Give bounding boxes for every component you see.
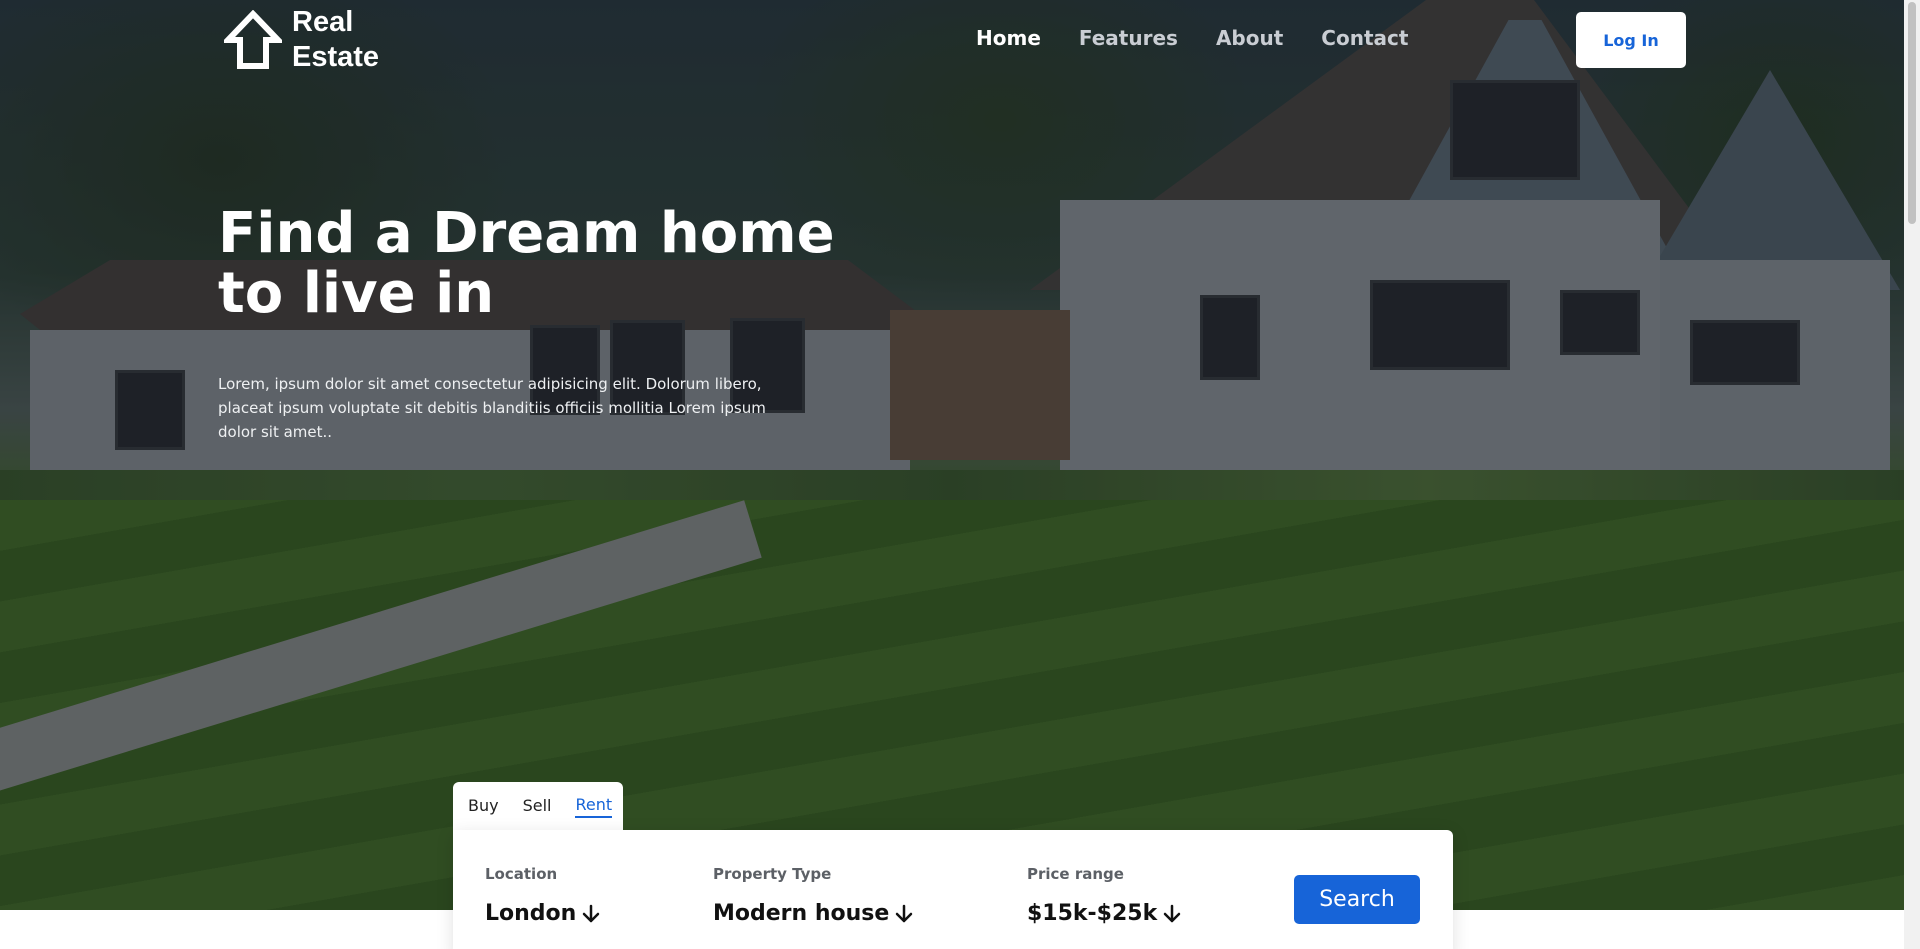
price-range-value: $15k-$25k [1027,901,1158,926]
brand-name: Real Estate [292,5,379,75]
price-range-field: Price range $15k-$25k [1027,865,1181,926]
nav-item-contact[interactable]: Contact [1321,26,1408,50]
page-scrollbar[interactable] [1904,0,1920,949]
nav-item-about[interactable]: About [1216,26,1283,50]
location-value: London [485,901,577,926]
price-range-select[interactable]: $15k-$25k [1027,901,1181,926]
login-button[interactable]: Log In [1576,12,1686,68]
main-nav: Home Features About Contact [976,26,1408,50]
arrow-down-icon [1164,904,1181,922]
house-arrow-icon [224,10,282,69]
dark-overlay [0,0,1904,910]
tab-sell[interactable]: Sell [523,796,552,817]
property-type-select[interactable]: Modern house [713,901,913,926]
location-select[interactable]: London [485,901,600,926]
location-field: Location London [485,865,600,926]
nav-item-features[interactable]: Features [1079,26,1178,50]
location-label: Location [485,865,558,883]
price-range-label: Price range [1027,865,1124,883]
hero-description: Lorem, ipsum dolor sit amet consectetur … [218,375,766,441]
hero-title: Find a Dream home to live in [218,201,835,326]
page: Real Estate Home Features About Contact … [0,0,1920,949]
property-type-value: Modern house [713,901,890,926]
brand-logo[interactable]: Real Estate [224,5,379,75]
scrollbar-thumb[interactable] [1908,2,1916,224]
search-panel: Location London Property Type Modern hou… [453,830,1453,949]
property-type-field: Property Type Modern house [713,865,913,926]
nav-item-home[interactable]: Home [976,26,1041,50]
tab-buy[interactable]: Buy [468,796,499,817]
brand-line2: Estate [292,41,380,73]
property-type-label: Property Type [713,865,832,883]
hero-background-image [0,0,1904,910]
tab-rent[interactable]: Rent [575,795,613,818]
arrow-down-icon [583,904,600,922]
site-header: Real Estate Home Features About Contact … [0,0,1904,80]
arrow-down-icon [896,904,913,922]
brand-line1: Real [292,6,354,38]
search-tabs: Buy Sell Rent [453,782,623,830]
search-button[interactable]: Search [1294,875,1420,924]
